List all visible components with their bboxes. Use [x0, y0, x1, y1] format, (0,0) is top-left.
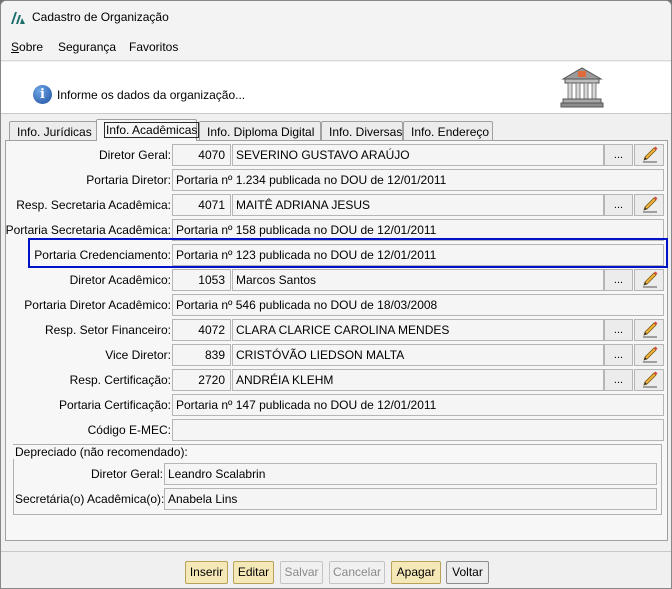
resp-setor-financeiro-code-field[interactable]: 4072: [172, 319, 231, 341]
tab-info-academicas[interactable]: Info. Acadêmicas: [96, 119, 200, 141]
pencil-icon: [643, 271, 658, 288]
portaria-diretor-field[interactable]: Portaria nº 1.234 publicada no DOU de 12…: [172, 169, 664, 191]
resp-certificacao-edit-button[interactable]: [634, 369, 664, 391]
window: Cadastro de Organização Sobre Segurança …: [0, 0, 672, 589]
portaria-credenciamento-field[interactable]: Portaria nº 123 publicada no DOU de 12/0…: [172, 244, 664, 266]
vice-diretor-edit-button[interactable]: [634, 344, 664, 366]
building-icon: [560, 67, 604, 108]
apagar-button[interactable]: Apagar: [391, 561, 441, 584]
pencil-icon: [643, 146, 658, 163]
tab-info-diploma-digital[interactable]: Info. Diploma Digital: [199, 121, 321, 141]
resp-setor-financeiro-name-field[interactable]: CLARA CLARICE CAROLINA MENDES: [232, 319, 604, 341]
row-codigo-emec: Código E-MEC:: [6, 419, 667, 441]
row-portaria-certificacao: Portaria Certificação: Portaria nº 147 p…: [6, 394, 667, 416]
label-resp-secretaria: Resp. Secretaria Acadêmica:: [16, 198, 171, 212]
label-deprecated-secretaria: Secretária(o) Acadêmica(o):: [15, 492, 165, 506]
title-bar: Cadastro de Organização: [1, 1, 671, 35]
voltar-button[interactable]: Voltar: [446, 561, 489, 584]
menu-favoritos[interactable]: Favoritos: [129, 40, 178, 54]
label-codigo-emec: Código E-MEC:: [87, 423, 171, 437]
button-bar: Inserir Editar Salvar Cancelar Apagar Vo…: [1, 551, 671, 588]
row-portaria-diretor-academico: Portaria Diretor Acadêmico: Portaria nº …: [6, 294, 667, 316]
diretor-geral-edit-button[interactable]: [634, 144, 664, 166]
resp-certificacao-lookup-button[interactable]: ...: [604, 369, 633, 391]
diretor-academico-code-field[interactable]: 1053: [172, 269, 231, 291]
menu-bar: Sobre Segurança Favoritos: [1, 35, 671, 61]
tab-panel-info-academicas: Diretor Geral: 4070 SEVERINO GUSTAVO ARA…: [5, 140, 668, 541]
label-diretor-geral: Diretor Geral:: [98, 148, 171, 162]
row-resp-setor-financeiro: Resp. Setor Financeiro: 4072 CLARA CLARI…: [6, 319, 667, 341]
deprecated-group-title: Depreciado (não recomendado):: [13, 445, 190, 459]
row-resp-secretaria: Resp. Secretaria Acadêmica: 4071 MAITÊ A…: [6, 194, 667, 216]
row-diretor-geral: Diretor Geral: 4070 SEVERINO GUSTAVO ARA…: [6, 144, 667, 166]
pencil-icon: [643, 196, 658, 213]
pencil-icon: [643, 321, 658, 338]
diretor-geral-lookup-button[interactable]: ...: [604, 144, 633, 166]
resp-secretaria-edit-button[interactable]: [634, 194, 664, 216]
window-title: Cadastro de Organização: [32, 10, 169, 24]
row-resp-certificacao: Resp. Certificação: 2720 ANDRÉIA KLEHM .…: [6, 369, 667, 391]
label-resp-setor-financeiro: Resp. Setor Financeiro:: [44, 323, 171, 337]
inserir-button[interactable]: Inserir: [185, 561, 228, 584]
diretor-academico-edit-button[interactable]: [634, 269, 664, 291]
label-portaria-diretor-academico: Portaria Diretor Acadêmico:: [24, 298, 171, 312]
info-icon: i: [33, 85, 52, 104]
diretor-academico-lookup-button[interactable]: ...: [604, 269, 633, 291]
tab-info-endereco[interactable]: Info. Endereço: [403, 121, 493, 141]
resp-secretaria-lookup-button[interactable]: ...: [604, 194, 633, 216]
resp-secretaria-name-field[interactable]: MAITÊ ADRIANA JESUS: [232, 194, 604, 216]
codigo-emec-field[interactable]: [172, 419, 664, 441]
app-logo-icon: [11, 12, 25, 24]
row-portaria-secretaria: Portaria Secretaria Acadêmica: Portaria …: [6, 219, 667, 241]
label-portaria-credenciamento: Portaria Credenciamento:: [34, 248, 171, 262]
cancelar-button[interactable]: Cancelar: [329, 561, 385, 584]
label-vice-diretor: Vice Diretor:: [105, 348, 171, 362]
label-diretor-academico: Diretor Acadêmico:: [69, 273, 171, 287]
row-portaria-credenciamento: Portaria Credenciamento: Portaria nº 123…: [6, 244, 667, 266]
diretor-geral-code-field[interactable]: 4070: [172, 144, 231, 166]
resp-setor-financeiro-lookup-button[interactable]: ...: [604, 319, 633, 341]
vice-diretor-lookup-button[interactable]: ...: [604, 344, 633, 366]
portaria-certificacao-field[interactable]: Portaria nº 147 publicada no DOU de 12/0…: [172, 394, 664, 416]
tab-info-diversas[interactable]: Info. Diversas: [321, 121, 403, 141]
diretor-academico-name-field[interactable]: Marcos Santos: [232, 269, 604, 291]
portaria-diretor-academico-field[interactable]: Portaria nº 546 publicada no DOU de 18/0…: [172, 294, 664, 316]
resp-secretaria-code-field[interactable]: 4071: [172, 194, 231, 216]
label-portaria-certificacao: Portaria Certificação:: [58, 398, 171, 412]
deprecated-secretaria-field[interactable]: Anabela Lins: [164, 488, 657, 510]
label-deprecated-diretor-geral: Diretor Geral:: [91, 467, 164, 481]
resp-certificacao-code-field[interactable]: 2720: [172, 369, 231, 391]
label-portaria-diretor: Portaria Diretor:: [86, 173, 171, 187]
vice-diretor-name-field[interactable]: CRISTÓVÃO LIEDSON MALTA: [232, 344, 604, 366]
label-resp-certificacao: Resp. Certificação:: [69, 373, 171, 387]
menu-sobre[interactable]: Sobre: [11, 40, 43, 54]
label-portaria-secretaria: Portaria Secretaria Acadêmica:: [5, 223, 171, 237]
deprecated-diretor-geral-field[interactable]: Leandro Scalabrin: [164, 463, 657, 485]
diretor-geral-name-field[interactable]: SEVERINO GUSTAVO ARAÚJO: [232, 144, 604, 166]
editar-button[interactable]: Editar: [233, 561, 274, 584]
vice-diretor-code-field[interactable]: 839: [172, 344, 231, 366]
resp-certificacao-name-field[interactable]: ANDRÉIA KLEHM: [232, 369, 604, 391]
tab-info-juridicas[interactable]: Info. Jurídicas: [9, 121, 97, 141]
portaria-secretaria-field[interactable]: Portaria nº 158 publicada no DOU de 12/0…: [172, 219, 664, 241]
salvar-button[interactable]: Salvar: [280, 561, 323, 584]
resp-setor-financeiro-edit-button[interactable]: [634, 319, 664, 341]
row-diretor-academico: Diretor Acadêmico: 1053 Marcos Santos ..…: [6, 269, 667, 291]
pencil-icon: [643, 371, 658, 388]
info-text: Informe os dados da organização...: [57, 88, 246, 102]
row-portaria-diretor: Portaria Diretor: Portaria nº 1.234 publ…: [6, 169, 667, 191]
row-vice-diretor: Vice Diretor: 839 CRISTÓVÃO LIEDSON MALT…: [6, 344, 667, 366]
pencil-icon: [643, 346, 658, 363]
menu-seguranca[interactable]: Segurança: [58, 40, 116, 54]
